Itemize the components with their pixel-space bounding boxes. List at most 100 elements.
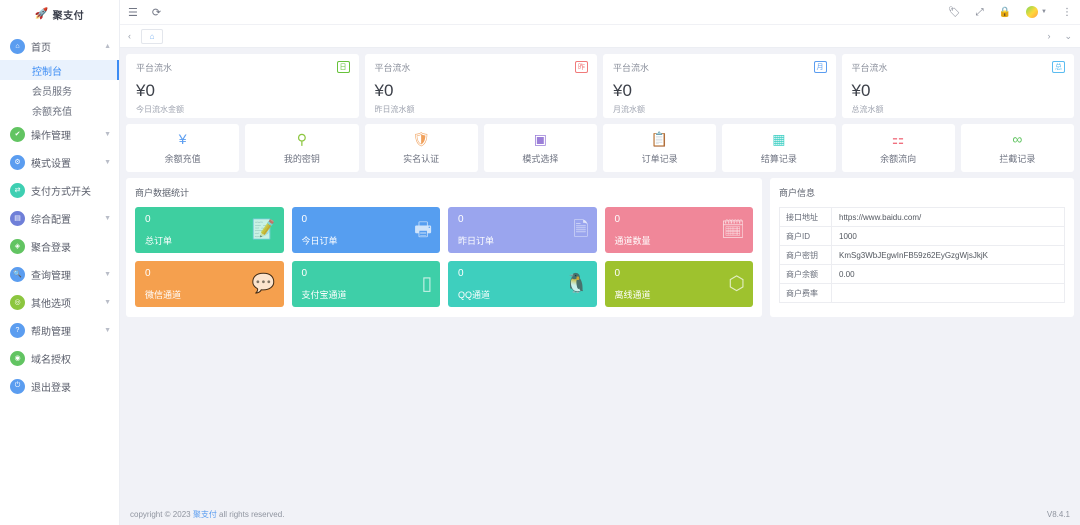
- topbar: ☰ ⟳ 🏷 ⤢ 🔒 ▼ ⋮: [120, 0, 1080, 25]
- copyright-pre: copyright © 2023: [130, 510, 193, 519]
- refresh-icon[interactable]: ⟳: [152, 6, 161, 19]
- avatar[interactable]: ▼: [1026, 6, 1047, 18]
- sidebar-item-label: 帮助管理: [31, 323, 71, 338]
- balance-flow-icon: ⚏: [892, 132, 905, 146]
- sidebar-item-0[interactable]: ⌂首页▲: [0, 32, 119, 60]
- merchant-info-row: 商户ID1000: [780, 227, 1064, 246]
- sidebar-subitem-label: 控制台: [32, 63, 62, 78]
- more-vertical-icon[interactable]: ⋮: [1062, 7, 1072, 18]
- mobile-phone-icon: ▯: [422, 275, 432, 294]
- chevron-up-icon: ▲: [104, 43, 111, 50]
- stat-card-value: ¥0: [375, 81, 588, 101]
- tag-icon[interactable]: 🏷: [948, 7, 961, 18]
- sidebar-item-label: 综合配置: [31, 211, 71, 226]
- quick-action-5[interactable]: ▦结算记录: [722, 124, 835, 172]
- stat-card-1: 平台流水¥0昨日流水额昨: [365, 54, 598, 118]
- quick-action-label: 拦截记录: [999, 152, 1035, 165]
- merchant-info-value: 1000: [832, 227, 1064, 245]
- sidebar-subitem-0-2[interactable]: 余额充值: [0, 100, 119, 120]
- sidebar-item-10[interactable]: ⏻退出登录: [0, 372, 119, 400]
- fullscreen-icon[interactable]: ⤢: [976, 7, 984, 18]
- stat-tile-7[interactable]: 0离线通道⬡: [605, 261, 754, 307]
- stat-tile-grid: 0总订单📝0今日订单🖶0昨日订单🗎0通道数量🗓 0微信通道💬0支付宝通道▯0QQ通…: [135, 207, 753, 307]
- chevron-left-icon[interactable]: ‹: [128, 31, 131, 41]
- stat-card-title: 平台流水: [613, 61, 826, 74]
- sidebar-item-6[interactable]: 🔍查询管理▼: [0, 260, 119, 288]
- other-options-icon: ◎: [10, 295, 25, 310]
- sidebar-item-4[interactable]: ▤综合配置▼: [0, 204, 119, 232]
- recharge-icon: ¥: [179, 132, 187, 146]
- merchant-info-value: [832, 284, 1064, 302]
- quick-action-6[interactable]: ⚏余额流向: [842, 124, 955, 172]
- stat-tile-2[interactable]: 0昨日订单🗎: [448, 207, 597, 253]
- sidebar-item-label: 域名授权: [31, 351, 71, 366]
- stat-tile-6[interactable]: 0QQ通道🐧: [448, 261, 597, 307]
- sidebar-item-9[interactable]: ◉域名授权: [0, 344, 119, 372]
- app-root: 🚀 聚支付 ⌂首页▲控制台会员服务余额充值✔操作管理▼⚙模式设置▼⇄支付方式开关…: [0, 0, 1080, 525]
- sidebar-subitem-0-1[interactable]: 会员服务: [0, 80, 119, 100]
- content: 平台流水¥0今日流水金额日平台流水¥0昨日流水额昨平台流水¥0月流水额月平台流水…: [120, 48, 1080, 503]
- merchant-info-panel: 商户信息 接口地址https://www.baidu.com/商户ID1000商…: [770, 178, 1074, 317]
- tab-dropdown-icon[interactable]: ⌄: [1064, 31, 1072, 42]
- stat-card-badge: 月: [814, 61, 827, 73]
- merchant-stats-panel: 商户数据统计 0总订单📝0今日订单🖶0昨日订单🗎0通道数量🗓0微信通道💬0支付宝…: [126, 178, 762, 317]
- stat-card-badge: 日: [337, 61, 350, 73]
- stat-tile-5[interactable]: 0支付宝通道▯: [292, 261, 441, 307]
- merchant-info-row: 商户费率: [780, 284, 1064, 303]
- logo[interactable]: 🚀 聚支付: [0, 0, 119, 25]
- help-icon: ?: [10, 323, 25, 338]
- quick-action-4[interactable]: 📋订单记录: [603, 124, 716, 172]
- sidebar-item-5[interactable]: ◈聚合登录: [0, 232, 119, 260]
- qq-penguin-icon: 🐧: [565, 275, 589, 294]
- stat-card-value: ¥0: [136, 81, 349, 101]
- hamburger-icon[interactable]: ☰: [128, 6, 138, 19]
- chevron-down-icon: ▼: [104, 299, 111, 306]
- quick-action-1[interactable]: ⚲我的密钥: [245, 124, 358, 172]
- sidebar: 🚀 聚支付 ⌂首页▲控制台会员服务余额充值✔操作管理▼⚙模式设置▼⇄支付方式开关…: [0, 0, 120, 525]
- stat-tile-0[interactable]: 0总订单📝: [135, 207, 284, 253]
- quick-action-label: 订单记录: [642, 152, 678, 165]
- stat-card-title: 平台流水: [136, 61, 349, 74]
- sidebar-item-2[interactable]: ⚙模式设置▼: [0, 148, 119, 176]
- sidebar-item-label: 首页: [31, 39, 51, 54]
- rocket-icon: 🚀: [35, 9, 49, 20]
- quick-action-3[interactable]: ▣模式选择: [484, 124, 597, 172]
- stat-card-badge: 昨: [575, 61, 588, 73]
- stat-tile-3[interactable]: 0通道数量🗓: [605, 207, 754, 253]
- lock-icon[interactable]: 🔒: [999, 7, 1011, 18]
- stat-card-sub: 月流水额: [613, 104, 826, 115]
- lower-section: 商户数据统计 0总订单📝0今日订单🖶0昨日订单🗎0通道数量🗓0微信通道💬0支付宝…: [126, 178, 1074, 317]
- home-tab[interactable]: ⌂: [141, 29, 163, 44]
- main-area: ☰ ⟳ 🏷 ⤢ 🔒 ▼ ⋮ ‹ ⌂ › ⌄ 平台流水¥0今日流水金额日平台流水¥…: [120, 0, 1080, 525]
- merchant-info-key: 接口地址: [780, 208, 832, 226]
- footer: copyright © 2023 聚支付 all rights reserved…: [120, 503, 1080, 525]
- stat-tile-4[interactable]: 0微信通道💬: [135, 261, 284, 307]
- sidebar-item-label: 查询管理: [31, 267, 71, 282]
- merchant-info-key: 商户余额: [780, 265, 832, 283]
- sidebar-subitem-0-0[interactable]: 控制台: [0, 60, 119, 80]
- sidebar-item-8[interactable]: ?帮助管理▼: [0, 316, 119, 344]
- quick-action-0[interactable]: ¥ 余额充值: [126, 124, 239, 172]
- sidebar-item-1[interactable]: ✔操作管理▼: [0, 120, 119, 148]
- sidebar-item-label: 聚合登录: [31, 239, 71, 254]
- quick-action-label: 余额充值: [165, 152, 201, 165]
- quick-action-2[interactable]: 🛡实名认证: [365, 124, 478, 172]
- sidebar-item-label: 操作管理: [31, 127, 71, 142]
- brand-link[interactable]: 聚支付: [193, 510, 217, 519]
- stat-cards: 平台流水¥0今日流水金额日平台流水¥0昨日流水额昨平台流水¥0月流水额月平台流水…: [126, 54, 1074, 118]
- chevron-right-icon[interactable]: ›: [1047, 31, 1050, 41]
- sidebar-nav: ⌂首页▲控制台会员服务余额充值✔操作管理▼⚙模式设置▼⇄支付方式开关▤综合配置▼…: [0, 32, 119, 400]
- chevron-down-icon: ▼: [104, 159, 111, 166]
- merchant-info-table: 接口地址https://www.baidu.com/商户ID1000商户密钥Km…: [779, 207, 1065, 303]
- sidebar-item-7[interactable]: ◎ 其他选项 ▼: [0, 288, 119, 316]
- quick-action-label: 我的密钥: [284, 152, 320, 165]
- quick-action-7[interactable]: ∞拦截记录: [961, 124, 1074, 172]
- sidebar-item-label: 其他选项: [31, 295, 71, 310]
- merchant-info-value: KmSg3WbJEgwInFB59z62EyGzgWjsJkjK: [832, 246, 1064, 264]
- sidebar-item-3[interactable]: ⇄支付方式开关: [0, 176, 119, 204]
- logo-text: 聚支付: [53, 7, 85, 22]
- stat-tile-1[interactable]: 0今日订单🖶: [292, 207, 441, 253]
- stat-card-3: 平台流水¥0总流水额总: [842, 54, 1075, 118]
- stat-tile-number: 0: [458, 214, 587, 225]
- merchant-info-value: https://www.baidu.com/: [832, 208, 1064, 226]
